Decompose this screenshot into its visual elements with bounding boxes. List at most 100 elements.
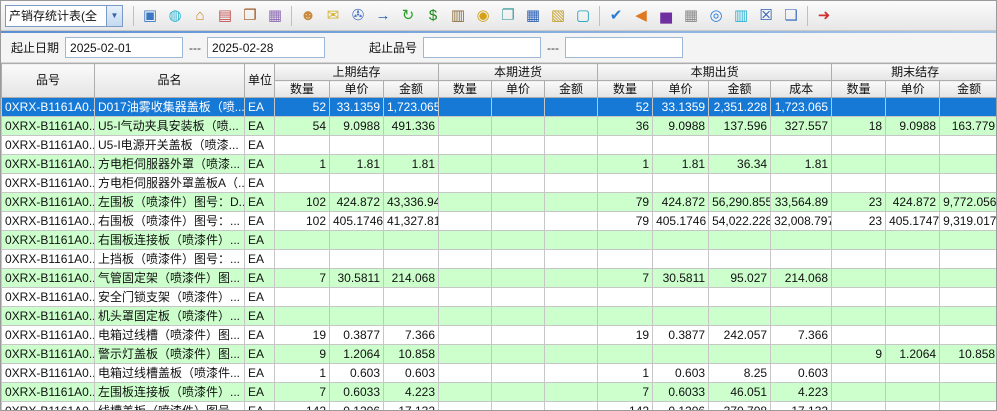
opening-price-cell[interactable]: 0.1206: [330, 402, 384, 411]
ship-qty-cell[interactable]: [598, 231, 653, 250]
purchase-amount-cell[interactable]: [545, 364, 598, 383]
subheader-ship-price[interactable]: 单价: [653, 81, 709, 98]
ending-qty-cell[interactable]: 9: [832, 345, 886, 364]
ship-price-cell[interactable]: 0.603: [653, 364, 709, 383]
ending-price-cell[interactable]: [886, 288, 940, 307]
ship-qty-cell[interactable]: [598, 250, 653, 269]
purchase-qty-cell[interactable]: [439, 136, 492, 155]
purchase-price-cell[interactable]: [492, 364, 545, 383]
exit-button[interactable]: ➜: [812, 4, 836, 28]
subheader-ship-amount[interactable]: 金额: [709, 81, 771, 98]
opening-qty-cell[interactable]: 1: [275, 364, 330, 383]
ship-amount-cell[interactable]: 54,022.228: [709, 212, 771, 231]
table-row[interactable]: 0XRX-B1161A0...警示灯盖板（喷漆件）图...EA91.206410…: [2, 345, 997, 364]
ship-price-cell[interactable]: [653, 288, 709, 307]
table-row[interactable]: 0XRX-B1161A0...电箱过线槽盖板（喷漆件...EA10.6030.6…: [2, 364, 997, 383]
ship-amount-cell[interactable]: [709, 136, 771, 155]
ok-check-button[interactable]: ✔: [604, 4, 628, 28]
forward-arrow-button[interactable]: →: [371, 4, 395, 28]
ending-qty-cell[interactable]: [832, 383, 886, 402]
purchase-price-cell[interactable]: [492, 345, 545, 364]
item-name-cell[interactable]: 左围板连接板（喷漆件）...: [95, 383, 245, 402]
ending-price-cell[interactable]: 405.1747: [886, 212, 940, 231]
unit-cell[interactable]: EA: [245, 345, 275, 364]
ship-price-cell[interactable]: 33.1359: [653, 98, 709, 117]
purchase-qty-cell[interactable]: [439, 117, 492, 136]
opening-qty-cell[interactable]: [275, 288, 330, 307]
opening-amount-cell[interactable]: 43,336.946: [384, 193, 439, 212]
purchase-qty-cell[interactable]: [439, 364, 492, 383]
purchase-amount-cell[interactable]: [545, 174, 598, 193]
table-row[interactable]: 0XRX-B1161A0...右围板（喷漆件）图号：...EA102405.17…: [2, 212, 997, 231]
building-button[interactable]: ▦: [679, 4, 703, 28]
ending-amount-cell[interactable]: [940, 364, 996, 383]
ship-qty-cell[interactable]: 7: [598, 383, 653, 402]
opening-price-cell[interactable]: [330, 307, 384, 326]
grid-columns-button[interactable]: ▥: [729, 4, 753, 28]
item-no-cell[interactable]: 0XRX-B1161A0...: [2, 117, 95, 136]
unit-cell[interactable]: EA: [245, 326, 275, 345]
item-name-cell[interactable]: 安全门锁支架（喷漆件）...: [95, 288, 245, 307]
purchase-qty-cell[interactable]: [439, 212, 492, 231]
purchase-amount-cell[interactable]: [545, 231, 598, 250]
ship-amount-cell[interactable]: [709, 345, 771, 364]
opening-price-cell[interactable]: [330, 136, 384, 155]
ending-amount-cell[interactable]: [940, 326, 996, 345]
subheader-purchase-amount[interactable]: 金额: [545, 81, 598, 98]
unit-cell[interactable]: EA: [245, 402, 275, 411]
ending-price-cell[interactable]: [886, 136, 940, 155]
purchase-amount-cell[interactable]: [545, 345, 598, 364]
ending-price-cell[interactable]: 424.872: [886, 193, 940, 212]
opening-price-cell[interactable]: [330, 174, 384, 193]
group-header-period-shipments[interactable]: 本期出货: [598, 64, 832, 81]
copy-button[interactable]: ❏: [779, 4, 803, 28]
item-no-cell[interactable]: 0XRX-B1161A0...: [2, 345, 95, 364]
ship-cost-cell[interactable]: [771, 307, 832, 326]
item-no-cell[interactable]: 0XRX-B1161A0...: [2, 193, 95, 212]
col-header-unit[interactable]: 单位: [245, 64, 275, 98]
purchase-qty-cell[interactable]: [439, 288, 492, 307]
ship-qty-cell[interactable]: 79: [598, 193, 653, 212]
subheader-opening-price[interactable]: 单价: [330, 81, 384, 98]
subheader-purchase-price[interactable]: 单价: [492, 81, 545, 98]
ship-cost-cell[interactable]: 327.557: [771, 117, 832, 136]
opening-qty-cell[interactable]: 52: [275, 98, 330, 117]
ending-amount-cell[interactable]: 9,319.017: [940, 212, 996, 231]
ending-price-cell[interactable]: [886, 269, 940, 288]
ship-price-cell[interactable]: 9.0988: [653, 117, 709, 136]
ship-qty-cell[interactable]: 1: [598, 364, 653, 383]
purchase-price-cell[interactable]: [492, 136, 545, 155]
item-no-cell[interactable]: 0XRX-B1161A0...: [2, 212, 95, 231]
ship-amount-cell[interactable]: 8.25: [709, 364, 771, 383]
users-button[interactable]: ☻: [296, 4, 320, 28]
item-no-cell[interactable]: 0XRX-B1161A0...: [2, 269, 95, 288]
ship-qty-cell[interactable]: [598, 136, 653, 155]
purchase-price-cell[interactable]: [492, 288, 545, 307]
group-header-ending-balance[interactable]: 期末结存: [832, 64, 996, 81]
ending-qty-cell[interactable]: [832, 326, 886, 345]
unit-cell[interactable]: EA: [245, 269, 275, 288]
device-button[interactable]: ▦: [263, 4, 287, 28]
date-from-input[interactable]: [65, 37, 183, 58]
dollar-button[interactable]: $: [421, 4, 445, 28]
ending-price-cell[interactable]: [886, 364, 940, 383]
ship-amount-cell[interactable]: 2,351.228: [709, 98, 771, 117]
item-no-cell[interactable]: 0XRX-B1161A0...: [2, 155, 95, 174]
ship-qty-cell[interactable]: [598, 288, 653, 307]
unit-cell[interactable]: EA: [245, 212, 275, 231]
ending-price-cell[interactable]: [886, 174, 940, 193]
ship-qty-cell[interactable]: 7: [598, 269, 653, 288]
ending-qty-cell[interactable]: [832, 136, 886, 155]
purchase-price-cell[interactable]: [492, 269, 545, 288]
mail-button[interactable]: ✉: [321, 4, 345, 28]
purchase-price-cell[interactable]: [492, 174, 545, 193]
opening-qty-cell[interactable]: [275, 231, 330, 250]
item-name-cell[interactable]: U5-I气动夹具安装板（喷...: [95, 117, 245, 136]
purchase-amount-cell[interactable]: [545, 136, 598, 155]
ending-price-cell[interactable]: [886, 383, 940, 402]
clipboard-button[interactable]: ❐: [496, 4, 520, 28]
item-name-cell[interactable]: 方电柜伺服器外罩（喷漆...: [95, 155, 245, 174]
ship-cost-cell[interactable]: 7.366: [771, 326, 832, 345]
unit-cell[interactable]: EA: [245, 288, 275, 307]
opening-qty-cell[interactable]: 142: [275, 402, 330, 411]
